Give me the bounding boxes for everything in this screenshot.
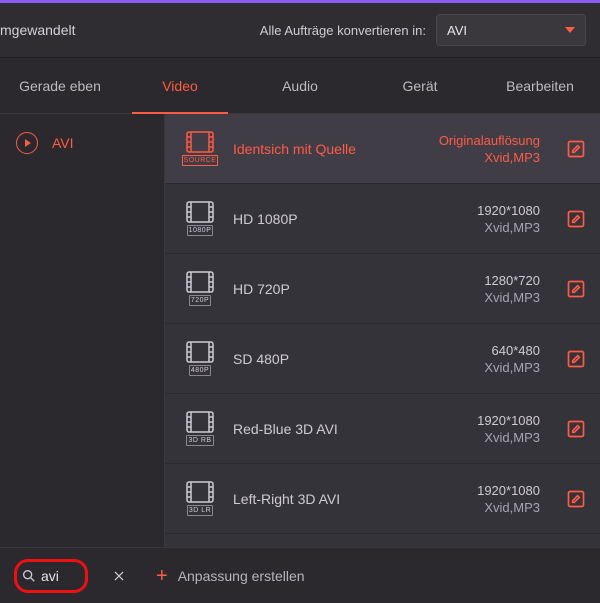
preset-row[interactable]: 3D LR Left-Right 3D AVI 1920*1080 Xvid,MP3 [165,464,600,534]
preset-meta: 1280*720 Xvid,MP3 [410,273,540,305]
preset-meta: 1920*1080 Xvid,MP3 [410,413,540,445]
preset-title: HD 1080P [233,211,394,227]
film-icon: 720P [183,271,217,306]
search-highlight [14,559,88,593]
preset-title: Left-Right 3D AVI [233,491,394,507]
create-custom-label: Anpassung erstellen [178,568,305,584]
sidebar-item-label: AVI [52,135,74,151]
preset-codec: Xvid,MP3 [410,290,540,305]
tab-label: Audio [282,78,318,94]
search-icon [21,568,37,584]
chevron-down-icon [565,27,575,33]
preset-codec: Xvid,MP3 [410,430,540,445]
edit-preset-button[interactable] [566,209,586,229]
tab-bearbeiten[interactable]: Bearbeiten [480,58,600,114]
tab-gerade-eben[interactable]: Gerade eben [0,58,120,114]
preset-codec: Xvid,MP3 [410,360,540,375]
preset-list: SOURCE Identsich mit Quelle Originalauflös… [165,114,600,547]
preset-title: SD 480P [233,351,394,367]
tab-gerät[interactable]: Gerät [360,58,480,114]
preset-codec: Xvid,MP3 [410,500,540,515]
preset-resolution: 1920*1080 [410,203,540,218]
close-icon [112,569,126,583]
film-icon-label: 3D LR [187,505,213,516]
preset-resolution: 640*480 [410,343,540,358]
preset-resolution: 1280*720 [410,273,540,288]
film-icon: SOURCE [183,131,217,166]
film-icon: 3D LR [183,481,217,516]
edit-preset-button[interactable] [566,279,586,299]
preset-resolution: 1920*1080 [410,483,540,498]
edit-preset-button[interactable] [566,419,586,439]
preset-resolution: Originalauflösung [410,133,540,148]
footer-bar: + Anpassung erstellen [0,547,600,603]
edit-preset-button[interactable] [566,489,586,509]
format-sidebar: AVI [0,114,165,547]
preset-row[interactable]: SOURCE Identsich mit Quelle Originalauflös… [165,114,600,184]
preset-resolution: 1920*1080 [410,413,540,428]
film-icon-label: 480P [189,365,211,376]
clear-search-button[interactable] [110,567,128,585]
tab-video[interactable]: Video [120,58,240,114]
tab-label: Video [162,78,198,94]
preset-meta: 1920*1080 Xvid,MP3 [410,203,540,235]
category-tabs: Gerade eben Video Audio Gerät Bearbeiten [0,58,600,114]
play-icon [16,132,38,154]
tab-label: Bearbeiten [506,78,574,94]
convert-all-label: Alle Aufträge konvertieren in: [260,23,426,38]
film-icon-label: 3D RB [186,435,213,446]
preset-codec: Xvid,MP3 [410,150,540,165]
film-icon-label: 1080P [187,225,214,236]
header-bar: mgewandelt Alle Aufträge konvertieren in… [0,3,600,58]
film-icon: 1080P [183,201,217,236]
preset-codec: Xvid,MP3 [410,220,540,235]
preset-row[interactable]: 1080P HD 1080P 1920*1080 Xvid,MP3 [165,184,600,254]
edit-preset-button[interactable] [566,349,586,369]
film-icon-label: SOURCE [182,155,219,166]
preset-title: HD 720P [233,281,394,297]
preset-meta: 640*480 Xvid,MP3 [410,343,540,375]
preset-title: Red-Blue 3D AVI [233,421,394,437]
preset-title: Identsich mit Quelle [233,141,394,157]
header-left-text: mgewandelt [0,22,76,38]
search-input[interactable] [41,568,79,584]
output-format-value: AVI [447,23,467,38]
preset-meta: 1920*1080 Xvid,MP3 [410,483,540,515]
film-icon-label: 720P [189,295,211,306]
film-icon: 3D RB [183,411,217,446]
output-format-select[interactable]: AVI [436,14,586,46]
tab-label: Gerade eben [19,78,101,94]
film-icon: 480P [183,341,217,376]
tab-label: Gerät [402,78,437,94]
edit-preset-button[interactable] [566,139,586,159]
plus-icon: + [156,566,168,586]
preset-meta: Originalauflösung Xvid,MP3 [410,133,540,165]
sidebar-item-avi[interactable]: AVI [0,122,164,164]
preset-row[interactable]: 720P HD 720P 1280*720 Xvid,MP3 [165,254,600,324]
preset-row[interactable]: 480P SD 480P 640*480 Xvid,MP3 [165,324,600,394]
preset-row[interactable]: 3D RB Red-Blue 3D AVI 1920*1080 Xvid,MP3 [165,394,600,464]
tab-audio[interactable]: Audio [240,58,360,114]
create-custom-button[interactable]: + Anpassung erstellen [156,566,305,586]
